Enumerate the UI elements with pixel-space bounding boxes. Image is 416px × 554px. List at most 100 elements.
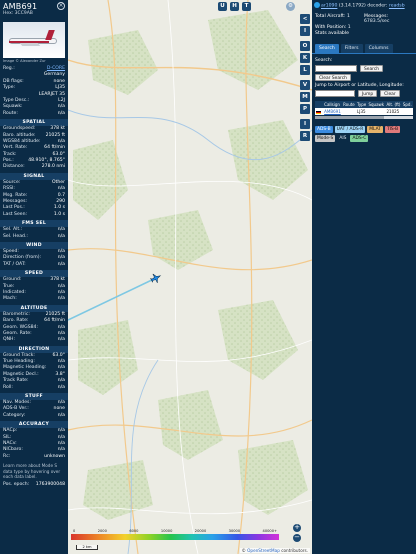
tab-filters[interactable]: Filters bbox=[340, 44, 363, 53]
toolbar-button-o[interactable]: O bbox=[300, 41, 310, 51]
toolbar-button-v[interactable]: V bbox=[300, 80, 310, 90]
legend-modes: Mode-S bbox=[315, 135, 336, 142]
osm-link[interactable]: OpenStreetMap bbox=[247, 548, 280, 553]
table-header-row: Callsign Route Type Squawk Alt. (ft) Spd… bbox=[315, 101, 413, 108]
legend-uat: UAT / ADS-R bbox=[334, 126, 366, 133]
info-label: Roll: bbox=[3, 384, 13, 390]
cell-flag bbox=[315, 108, 324, 115]
info-label: QNH: bbox=[3, 337, 16, 343]
col-squawk[interactable]: Squawk bbox=[367, 101, 386, 108]
cell-spd bbox=[401, 108, 413, 115]
info-value: 1.0 s bbox=[53, 211, 65, 217]
section-header[interactable]: WIND bbox=[0, 241, 68, 249]
info-row: Last Seen: 1.0 s bbox=[0, 212, 68, 218]
jump-label: Jump to Airport or Latitude, Longitude: bbox=[315, 83, 404, 88]
info-row: QNH: n/a bbox=[0, 337, 68, 343]
col-type[interactable]: Type bbox=[356, 101, 368, 108]
info-rows: Reg.: D-CORE Germany DB flags: none Type: LJ35… bbox=[0, 66, 68, 117]
source-legend: ADS-B UAT / ADS-R MLAT TIS-B Mode-S AIS … bbox=[312, 124, 416, 144]
stat-with-position: With Position: 1 bbox=[315, 25, 351, 30]
info-label: Distance: bbox=[3, 164, 25, 170]
cell-alt: 21025 bbox=[385, 108, 402, 115]
info-label: Rc: bbox=[3, 453, 11, 459]
search-button[interactable]: Search bbox=[360, 65, 384, 72]
toolbar-button-p[interactable]: P bbox=[300, 104, 310, 114]
toolbar-button-i2[interactable]: I bbox=[300, 119, 310, 129]
clear-button[interactable]: Clear bbox=[380, 90, 400, 97]
map-button-t[interactable]: T bbox=[242, 2, 251, 11]
legend-adsb: ADS-B bbox=[315, 126, 333, 133]
app-header: ar1090 (3.14.1792) decoder: readsb bbox=[312, 0, 416, 12]
pos-epoch-label: Pos. epoch: bbox=[3, 482, 30, 488]
info-header: AMB691 Hex: 3CC9AB × bbox=[0, 0, 68, 22]
jump-input[interactable] bbox=[315, 90, 355, 97]
info-label: Type: bbox=[3, 85, 16, 91]
info-label: Category: bbox=[3, 412, 26, 418]
info-row: Mach: n/a bbox=[0, 296, 68, 302]
toolbar-collapse-button[interactable]: < bbox=[300, 14, 310, 24]
map-button-h[interactable]: H bbox=[230, 2, 239, 11]
cell-squawk bbox=[367, 108, 386, 115]
map-canvas[interactable] bbox=[68, 0, 312, 554]
map-area[interactable]: U H T ⚙ 0 2000 6000 10000 20000 30000 40… bbox=[68, 0, 312, 554]
photo-credit: Image © Alexander Zur bbox=[3, 59, 46, 63]
info-value: n/a bbox=[57, 337, 65, 343]
info-label: Route: bbox=[3, 110, 18, 116]
left-note: Learn more about Mode S data type by hov… bbox=[3, 463, 61, 479]
table-scrollbar[interactable] bbox=[315, 116, 413, 119]
toolbar-button-i[interactable]: I bbox=[300, 26, 310, 36]
map-toolbar: < I O K L V M P I R bbox=[300, 14, 312, 143]
section-header[interactable]: ALTITUDE bbox=[0, 304, 68, 312]
altitude-colorbar bbox=[71, 534, 279, 540]
search-input[interactable] bbox=[315, 65, 357, 72]
settings-gear-icon[interactable]: ⚙ bbox=[286, 2, 295, 11]
jump-button[interactable]: Jump bbox=[358, 90, 378, 97]
zoom-out-button[interactable]: − bbox=[293, 534, 301, 542]
info-label: Sel. Head.: bbox=[3, 233, 28, 239]
col-flag[interactable] bbox=[315, 101, 324, 108]
info-row: Route: n/a bbox=[0, 111, 68, 117]
cell-callsign: AMB691 bbox=[323, 108, 343, 115]
aircraft-info-panel: AMB691 Hex: 3CC9AB × Image © Alexander Z… bbox=[0, 0, 68, 554]
info-row: Sel. Head.: n/a bbox=[0, 234, 68, 240]
aircraft-photo[interactable] bbox=[3, 22, 65, 58]
col-alt[interactable]: Alt. (ft) bbox=[385, 101, 402, 108]
info-label: Reg.: bbox=[3, 66, 15, 71]
col-callsign[interactable]: Callsign bbox=[323, 101, 343, 108]
info-label: Mach: bbox=[3, 296, 17, 302]
right-sidebar: ar1090 (3.14.1792) decoder: readsb Total… bbox=[312, 0, 416, 554]
toolbar-button-l[interactable]: L bbox=[300, 65, 310, 75]
zoom-in-button[interactable]: + bbox=[293, 524, 301, 532]
map-button-u[interactable]: U bbox=[218, 2, 227, 11]
info-sections: SPATIAL Groundspeed: 378 kt Baro. altitude:… bbox=[0, 119, 68, 460]
col-route[interactable]: Route bbox=[342, 101, 357, 108]
tab-search[interactable]: Search bbox=[315, 44, 339, 53]
sidebar-tabs: Search Filters Columns bbox=[312, 38, 416, 53]
stat-total: Total Aircraft: 1 bbox=[315, 14, 350, 19]
info-row: Roll: n/a bbox=[0, 385, 68, 391]
legend-ais: AIS bbox=[337, 135, 349, 142]
col-spd[interactable]: Spd. bbox=[401, 101, 413, 108]
decoder-link[interactable]: readsb bbox=[389, 4, 405, 9]
section-header[interactable]: STUFF bbox=[0, 393, 68, 401]
legend-tisb: TIS-B bbox=[384, 126, 401, 133]
app-link[interactable]: ar1090 bbox=[321, 4, 337, 9]
info-value: n/a bbox=[57, 384, 65, 390]
info-row: Category: n/a bbox=[0, 413, 68, 419]
section-header[interactable]: DIRECTION bbox=[0, 345, 68, 353]
table-row[interactable]: AMB691 LJ35 21025 bbox=[315, 108, 413, 115]
cell-route bbox=[342, 108, 357, 115]
tab-columns[interactable]: Columns bbox=[364, 44, 393, 53]
info-value: unknown bbox=[44, 453, 65, 459]
info-label: TAT / OAT: bbox=[3, 261, 26, 267]
pos-epoch-value: 1763900048 bbox=[35, 482, 65, 488]
section-header[interactable]: SIGNAL bbox=[0, 172, 68, 180]
stat-messages: Messages: 6783.5/sec bbox=[364, 14, 390, 24]
toolbar-button-k[interactable]: K bbox=[300, 53, 310, 63]
clear-search-button[interactable]: Clear Search bbox=[315, 74, 351, 81]
info-row: TAT / OAT: n/a bbox=[0, 262, 68, 268]
app-logo-icon bbox=[314, 2, 320, 8]
toolbar-button-m[interactable]: M bbox=[300, 92, 310, 102]
toolbar-button-r[interactable]: R bbox=[300, 131, 310, 141]
close-icon[interactable]: × bbox=[57, 2, 65, 10]
